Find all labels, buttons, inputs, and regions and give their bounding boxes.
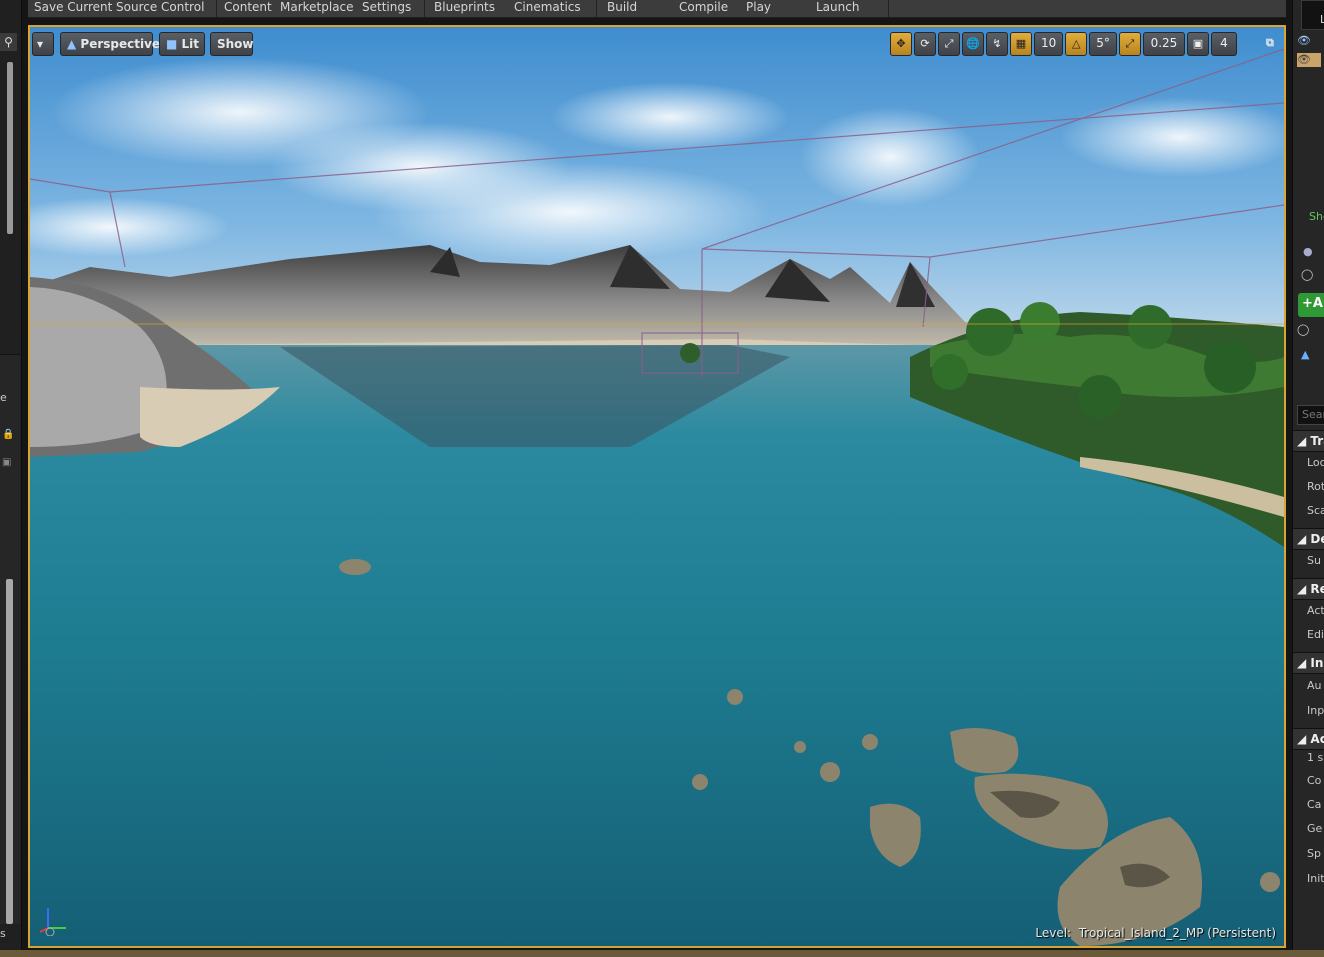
lit-button[interactable]: ■ Lit [159, 32, 205, 56]
content-button[interactable]: Content [224, 0, 272, 17]
section-title: Inp [1310, 656, 1324, 670]
save-current-button[interactable]: Save Current [34, 0, 112, 17]
unreal-editor-window: ⚲ e 🔒 ▣ s Save Current Source Control Co… [0, 0, 1324, 957]
maximize-viewport-icon[interactable]: ⧉ [1264, 32, 1282, 56]
section-title: De [1310, 532, 1324, 546]
rotate-icon[interactable]: ⟳ [914, 32, 936, 56]
radio-icon[interactable]: ◯ [1301, 268, 1313, 281]
right-details-panel: L 👁 👁 She ● ◯ +A ◯ ▲ Sear ◢ Tra Loc Rot … [1292, 0, 1324, 957]
input-priority-row: Inp [1307, 704, 1324, 717]
settings-button[interactable]: Settings [362, 0, 411, 17]
eye-icon-selected[interactable]: 👁 [1297, 53, 1321, 67]
play-button[interactable]: Play [746, 0, 771, 17]
section-actor[interactable]: ◢ Act [1293, 728, 1324, 750]
section-title: Tra [1310, 434, 1324, 448]
spawn-collision-row: Sp [1307, 847, 1321, 860]
compile-button[interactable]: Compile [679, 0, 728, 17]
show-label[interactable]: She [1309, 210, 1324, 223]
main-toolbar: Save Current Source Control Content Mark… [28, 0, 1286, 18]
section-transform[interactable]: ◢ Tra [1293, 430, 1324, 452]
perspective-label: Perspective [80, 37, 161, 51]
editor-row: Edi [1307, 628, 1324, 641]
section-title: Act [1310, 732, 1324, 746]
scale-row: Sca [1307, 504, 1324, 517]
transform-toolbar: ✥ ⟳ ⤢ 🌐 ↯ ▦ 10 △ 5° ⤢ 0.25 ▣ 4 [890, 32, 1237, 56]
left-lower-scrollbar[interactable] [6, 579, 13, 924]
save-icon[interactable]: ▣ [2, 457, 14, 469]
world-local-icon[interactable]: 🌐 [962, 32, 984, 56]
scene-render[interactable] [30, 27, 1284, 946]
level-viewport[interactable]: ▾ ▲ Perspective ■ Lit Show ✥ ⟳ ⤢ 🌐 ↯ ▦ 1… [28, 25, 1286, 948]
scale-snap-value[interactable]: 0.25 [1142, 32, 1185, 56]
surface-snap-icon[interactable]: ↯ [986, 32, 1008, 56]
sphere-icon[interactable]: ● [1303, 245, 1313, 258]
scale-icon[interactable]: ⤢ [938, 32, 960, 56]
section-rendering[interactable]: ◢ Re [1293, 578, 1324, 600]
initial-life-span-row: Init [1307, 872, 1324, 885]
camera-speed-icon[interactable]: ▣ [1186, 32, 1209, 56]
cube-icon: ■ [166, 37, 178, 51]
world-outliner-tab-label: L [1320, 13, 1324, 26]
actor-radio-icon[interactable]: ◯ [1297, 323, 1309, 336]
level-prefix: Level: [1035, 926, 1072, 940]
left-scrollbar[interactable] [7, 62, 13, 234]
search-icon[interactable]: ⚲ [0, 33, 17, 51]
launch-button[interactable]: Launch [816, 0, 859, 17]
eye-icon[interactable]: 👁 [1297, 34, 1311, 47]
lit-label: Lit [181, 37, 200, 51]
section-default[interactable]: ◢ De [1293, 528, 1324, 550]
viewport-options-dropdown[interactable]: ▾ [32, 32, 54, 56]
rotation-row: Rot [1307, 480, 1324, 493]
section-input[interactable]: ◢ Inp [1293, 652, 1324, 674]
details-search-input[interactable]: Sear [1297, 405, 1324, 425]
left-panel-label: e [0, 391, 7, 404]
grid-snap-icon[interactable]: ▦ [1010, 32, 1032, 56]
selected-row: 1 s [1307, 751, 1324, 764]
lock-icon[interactable]: 🔒 [2, 429, 14, 441]
grid-snap-value[interactable]: 10 [1034, 32, 1064, 56]
can-be-damaged-row: Ca [1307, 798, 1322, 811]
build-button[interactable]: Build [607, 0, 637, 17]
level-label: Level: Tropical_Island_2_MP (Persistent) [1035, 926, 1276, 940]
cinematics-button[interactable]: Cinematics [514, 0, 581, 17]
component-icon[interactable]: ▲ [1301, 348, 1309, 361]
rotation-snap-icon[interactable]: △ [1065, 32, 1088, 56]
translate-icon[interactable]: ✥ [890, 32, 912, 56]
show-button[interactable]: Show [210, 32, 254, 56]
left-lower-panel: e 🔒 ▣ s [0, 354, 20, 940]
add-component-button[interactable]: +A [1298, 293, 1324, 317]
section-title: Re [1310, 582, 1324, 596]
blueprints-button[interactable]: Blueprints [434, 0, 495, 17]
generate-overlap-row: Ge [1307, 822, 1323, 835]
actor-row: Act [1307, 604, 1324, 617]
convert-row: Co [1307, 774, 1322, 787]
auto-receive-row: Au [1307, 679, 1322, 692]
left-panel-label-bottom: s [0, 927, 6, 940]
perspective-icon: ▲ [67, 37, 77, 51]
scale-snap-icon[interactable]: ⤢ [1118, 32, 1141, 56]
left-panel: ⚲ e 🔒 ▣ s [0, 0, 22, 957]
level-name: Tropical_Island_2_MP (Persistent) [1078, 926, 1276, 940]
rotation-snap-value[interactable]: 5° [1089, 32, 1117, 56]
perspective-button[interactable]: ▲ Perspective [60, 32, 160, 56]
location-row: Loc [1307, 456, 1324, 469]
world-outliner-tab[interactable]: L [1301, 0, 1324, 30]
marketplace-button[interactable]: Marketplace [280, 0, 354, 17]
axis-gizmo [39, 908, 66, 936]
bottom-taskbar-strip [0, 950, 1324, 957]
camera-speed-value[interactable]: 4 [1210, 32, 1237, 56]
source-control-button[interactable]: Source Control [116, 0, 204, 17]
sub-row: Su [1307, 554, 1321, 567]
